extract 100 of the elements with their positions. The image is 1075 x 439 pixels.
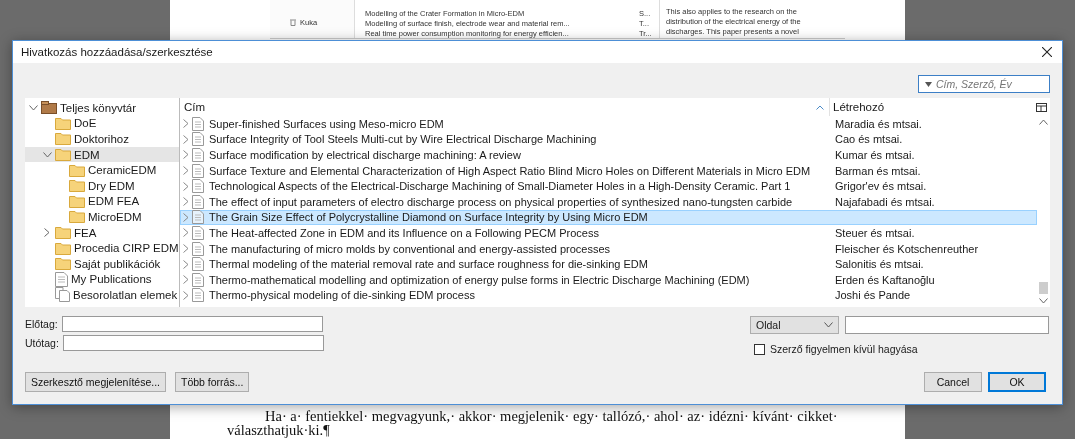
table-row[interactable]: Thermo-mathematical modelling and optimization of energy pulse forms in Electric Discharge Machining (EDM) Erden és Kaftanoğlu xyxy=(180,271,1037,288)
column-picker-icon[interactable] xyxy=(1036,102,1047,112)
document-icon xyxy=(192,179,204,194)
table-cell-text: Fleischer és Kotschenreuther xyxy=(835,242,980,255)
table-row[interactable]: Surface Integrity of Tool Steels Multi-cut by Wire Electrical Discharge Machining Cao és mtsai. xyxy=(180,131,1037,148)
table-row[interactable]: Surface Texture and Elemental Characterization of High Aspect Ratio Blind Micro Holes on Different Materials in Micro EDM Barman és mtsai. xyxy=(180,162,1037,179)
document-icon xyxy=(192,163,204,178)
table-row[interactable]: Technological Aspects of the Electrical-Discharge Machining of Small-Diameter Holes in a High-Density Ceramic. Part 1 Grigor'ev és mtsai. xyxy=(180,178,1037,194)
document-icon xyxy=(192,132,204,147)
paragraph-line: Ha· a· fentiekkel· megvagyunk,· akkor· megjelenik· egy· tallózó,· ahol· az· idézni· kívánt· cikket· xyxy=(264,409,839,423)
documents-icon xyxy=(55,287,70,303)
library-icon xyxy=(41,101,57,115)
folder-icon xyxy=(69,210,85,224)
table-row[interactable]: The Heat-affected Zone in EDM and its Influence on a Following PECM Process Steuer és mtsai. xyxy=(180,225,1037,241)
dialog-button[interactable]: OK xyxy=(988,372,1046,392)
folder-icon xyxy=(55,226,71,240)
folder-icon xyxy=(55,116,71,130)
tree-item[interactable]: Saját publikációk xyxy=(25,255,179,272)
tree-item[interactable]: CeramicEDM xyxy=(25,162,179,178)
scroll-thumb[interactable] xyxy=(1039,282,1048,294)
table-cell-text: Steuer és mtsai. xyxy=(835,226,916,239)
dialog-button[interactable]: Cancel xyxy=(924,372,982,392)
table-cell-text: The Grain Size Effect of Polycrystalline Diamond on Surface Integrity by Using Micro EDM xyxy=(209,211,649,224)
folder-icon xyxy=(55,241,71,255)
table-row[interactable]: The manufacturing of micro molds by conventional and energy-assisted processes Fleischer és Kotschenreuther xyxy=(180,240,1037,257)
table-cell-text: Kumar és mtsai. xyxy=(835,149,916,161)
table-cell-text: Najafabadi és mtsai. xyxy=(835,195,936,208)
checkbox[interactable] xyxy=(754,343,765,355)
table-cell-text: Surface Integrity of Tool Steels Multi-cut by Wire Electrical Discharge Machining xyxy=(209,133,598,146)
tree-item[interactable]: EDM xyxy=(25,146,179,163)
table-cell-text: Thermo-physical modeling of die-sinking EDM process xyxy=(209,289,476,302)
table-cell-text: Salonitis és mtsai. xyxy=(835,258,925,271)
dropdown-arrow-icon xyxy=(925,81,932,87)
locator-dropdown[interactable]: Oldal xyxy=(750,316,839,334)
table-row[interactable]: Surface modification by electrical discharge machining: A review Kumar és mtsai. xyxy=(180,147,1037,163)
paragraph-line: választhatjuk·ki.¶ xyxy=(227,423,331,437)
table-cell-text: Technological Aspects of the Electrical-Discharge Machining of Small-Diameter Holes in a High-Density Ceramic. Part 1 xyxy=(209,180,792,193)
folder-icon xyxy=(55,148,71,162)
table-cell-text: Cao és mtsai. xyxy=(835,133,904,146)
field-label: Előtag: xyxy=(25,318,58,330)
table-cell-text: The effect of input parameters of electro discharge process on physical properties of synthesized nano-tungsten carbide xyxy=(209,195,794,208)
dialog-button[interactable]: Több forrás... xyxy=(175,372,250,392)
table-row[interactable]: Super-finished Surfaces using Meso-micro EDM Maradia és mtsai. xyxy=(180,116,1037,132)
tree-item[interactable]: Besorolatlan elemek xyxy=(25,287,179,303)
document-icon xyxy=(55,271,68,287)
table-cell-text: Barman és mtsai. xyxy=(835,164,922,177)
table-cell-text: Super-finished Surfaces using Meso-micro EDM xyxy=(209,117,445,130)
table-cell-text: Surface Texture and Elemental Characterization of High Aspect Ratio Blind Micro Holes on Different Materials in Micro EDM xyxy=(209,164,812,177)
folder-icon xyxy=(69,179,85,193)
tree-item[interactable]: MicroEDM xyxy=(25,209,179,225)
table-cell-text: Thermo-mathematical modelling and optimization of energy pulse forms in Electric Discharge Machining (EDM) xyxy=(209,273,751,286)
document-icon xyxy=(192,288,204,303)
table-cell-text: Joshi és Pande xyxy=(835,289,912,302)
window-title: Hivatkozás hozzáadása/szerkesztése xyxy=(21,46,213,58)
document-icon xyxy=(192,194,204,209)
document-icon xyxy=(192,148,204,162)
document-icon xyxy=(192,257,204,272)
table-cell-text: Grigor'ev és mtsai. xyxy=(835,180,928,193)
column-header[interactable]: Létrehozó xyxy=(829,98,1033,116)
scroll-down-icon[interactable] xyxy=(1039,298,1048,304)
table-row[interactable]: The effect of input parameters of electro discharge process on physical properties of synthesized nano-tungsten carbide Najafabadi és mtsai. xyxy=(180,193,1037,210)
input-field[interactable] xyxy=(61,316,323,332)
scroll-up-icon[interactable] xyxy=(1039,119,1048,125)
table-row[interactable]: Thermal modeling of the material removal rate and surface roughness for die-sinking EDM Salonitis és mtsai. xyxy=(180,256,1037,272)
tree-item[interactable]: Procedia CIRP EDM xyxy=(25,240,179,256)
folder-icon xyxy=(69,194,85,208)
chevron-down-icon xyxy=(824,322,833,328)
chevron-down-icon[interactable] xyxy=(28,104,38,111)
document-icon xyxy=(192,116,204,131)
document-icon xyxy=(192,210,204,225)
document-icon xyxy=(192,225,204,240)
table-cell-text: Erden és Kaftanoğlu xyxy=(835,273,936,286)
tree-item[interactable]: Doktorihoz xyxy=(25,131,179,147)
checkbox-label: Szerző figyelmen kívül hagyása xyxy=(770,343,918,355)
field-label: Utótag: xyxy=(25,337,59,349)
table-cell-text: Surface modification by electrical discharge machining: A review xyxy=(209,149,522,161)
chevron-right-icon[interactable] xyxy=(44,228,50,238)
tree-item[interactable]: DoE xyxy=(25,115,179,132)
close-icon[interactable] xyxy=(1042,47,1052,57)
table-cell-text: Maradia és mtsai. xyxy=(835,117,923,130)
table-cell-text: The manufacturing of micro molds by conventional and energy-assisted processes xyxy=(209,242,612,255)
dialog-button[interactable]: Szerkesztő megjelenítése... xyxy=(25,372,166,392)
table-cell-text: Thermal modeling of the material removal rate and surface roughness for die-sinking EDM xyxy=(209,258,649,271)
document-icon xyxy=(192,272,204,287)
tree-item[interactable]: My Publications xyxy=(25,271,179,288)
table-row[interactable]: The Grain Size Effect of Polycrystalline Diamond on Surface Integrity by Using Micro EDM xyxy=(180,209,1037,226)
tree-item[interactable]: FEA xyxy=(25,224,179,241)
sort-ascending-icon[interactable] xyxy=(816,104,824,110)
tree-item[interactable]: EDM FEA xyxy=(25,193,179,210)
folder-icon xyxy=(55,257,71,271)
tree-item[interactable]: Teljes könyvtár xyxy=(25,100,179,116)
trash-icon xyxy=(290,19,296,26)
chevron-down-icon[interactable] xyxy=(42,151,52,158)
column-header[interactable]: Cím xyxy=(184,101,816,113)
tree-item[interactable]: Dry EDM xyxy=(25,177,179,194)
table-cell-text: The Heat-affected Zone in EDM and its Influence on a Following PECM Process xyxy=(209,226,600,239)
table-row[interactable]: Thermo-physical modeling of die-sinking EDM process Joshi és Pande xyxy=(180,287,1037,304)
input-field[interactable] xyxy=(845,316,1049,334)
search-field[interactable]: Cím, Szerző, Év xyxy=(918,75,1050,93)
input-field[interactable] xyxy=(62,335,324,351)
